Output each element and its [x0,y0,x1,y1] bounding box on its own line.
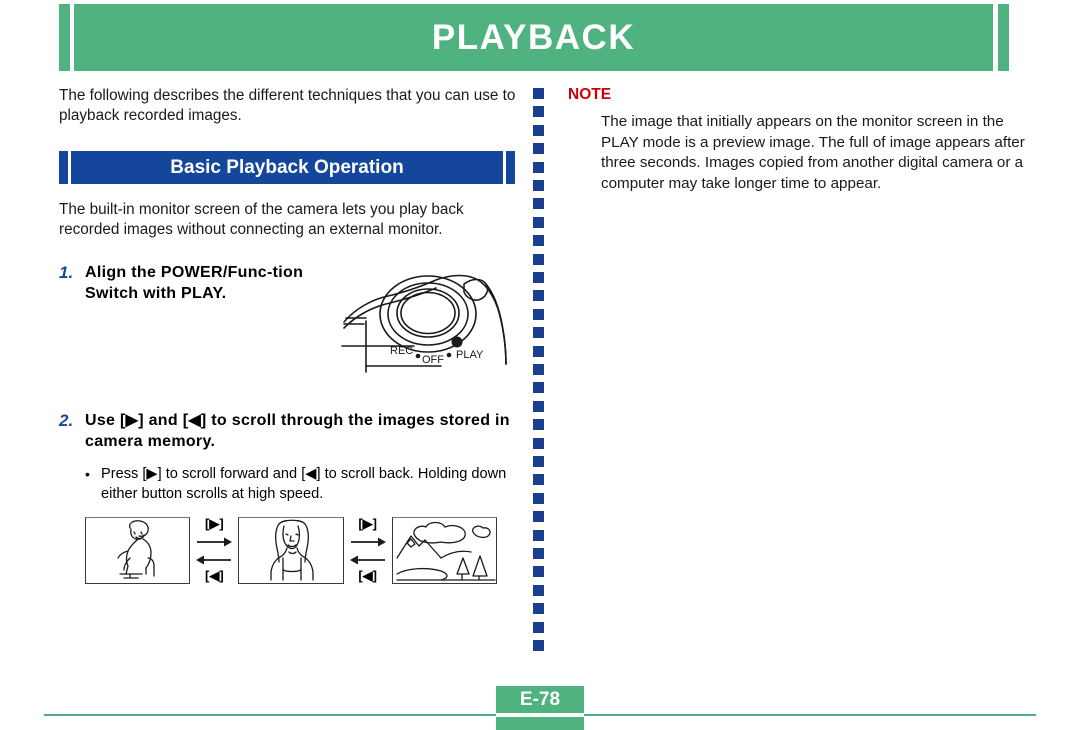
scroll-arrows-2: [▶] [◀] [344,517,392,584]
page-header: PLAYBACK [0,0,1080,78]
divider-dot [533,364,544,375]
bullet-marker: • [85,466,90,482]
divider-dot [533,198,544,210]
forward-button-label-2: [▶] [358,516,377,531]
play-position-indicator-dot [451,336,463,348]
portrait-of-woman-icon [270,519,314,581]
note-title: NOTE [568,86,612,103]
divider-dot [533,566,544,578]
divider-dot [533,290,544,302]
play-label: PLAY [456,349,484,361]
person-sitting-on-chair-icon [117,520,155,579]
section-heading-title: Basic Playback Operation [170,156,404,178]
divider-dot [533,272,544,283]
step-number-2: 2. [59,411,74,430]
page-number-box-gap [496,713,584,717]
thumbnail-image-2 [238,517,344,584]
divider-dot [533,308,544,320]
note-body-text: The image that initially appears on the … [601,113,1025,192]
camera-power-switch-illustration: REC OFF PLAY [336,266,526,376]
back-arrow-1 [196,555,232,565]
divider-dot [533,419,544,431]
page-footer: E-78 [0,686,1080,730]
vertical-dotted-divider [533,88,545,668]
note-column: NOTE The image that initially appears on… [568,86,1028,194]
off-label: OFF [422,354,444,366]
forward-arrow-1 [197,537,233,547]
bullet-text: Press [▶] to scroll forward and [◀] to s… [101,466,507,502]
back-button-label-1: [◀] [205,568,224,583]
page-number-label: E-78 [519,688,561,710]
thumbnail-image-1 [85,517,191,584]
divider-dot [533,584,544,596]
off-position-dot [415,353,421,359]
divider-dot [533,216,544,228]
divider-dot [533,511,544,523]
divider-dot [533,253,544,265]
header-left-accent-bar [59,4,70,71]
back-arrow-2 [349,555,385,565]
divider-dot [533,474,544,486]
rec-label: REC [390,345,413,357]
divider-dot [533,603,544,615]
back-button-label-2: [◀] [358,568,377,583]
playback-scroll-diagram: [▶] [◀] [▶] [◀] [85,517,497,587]
divider-dot [533,456,544,467]
forward-arrow-2 [350,537,386,547]
divider-dot [533,382,544,394]
page-title: PLAYBACK [431,17,636,57]
divider-dot [533,400,544,412]
section-left-accent-bar [59,151,68,184]
scroll-arrows-1: [▶] [◀] [190,517,238,584]
divider-dot [533,437,544,449]
step-item-2: 2. Use [▶] and [◀] to scroll through the… [59,410,517,452]
divider-dot [533,124,544,136]
divider-dot [533,180,544,191]
mountain-landscape-icon [396,521,496,581]
rec-position-dot [446,352,452,358]
header-right-accent-bar [998,4,1009,71]
divider-dot [533,529,544,541]
divider-dot [533,106,544,118]
divider-dot [533,161,544,173]
step-number-1: 1. [59,263,74,282]
divider-dot [533,88,544,99]
divider-dot [533,492,544,504]
divider-dot [533,621,544,633]
section-heading-bar: Basic Playback Operation [59,151,517,184]
step-text-2: Use [▶] and [◀] to scroll through the im… [85,412,510,450]
camera-dial-drawing: REC OFF PLAY [341,274,507,373]
divider-dot [533,327,544,339]
intro-paragraph: The following describes the different te… [59,87,516,124]
divider-dot [533,345,544,357]
section-paragraph: The built-in monitor screen of the camer… [59,201,464,238]
divider-dot [533,235,544,247]
forward-button-label-1: [▶] [205,516,224,531]
step-text-1: Align the POWER/Func-tion Switch with PL… [85,264,304,302]
divider-dot [533,548,544,559]
thumbnail-image-3 [391,517,497,584]
bullet-item: • Press [▶] to scroll forward and [◀] to… [85,464,517,504]
divider-dot [533,143,544,155]
divider-dot [533,640,544,651]
section-right-accent-bar [506,151,515,184]
